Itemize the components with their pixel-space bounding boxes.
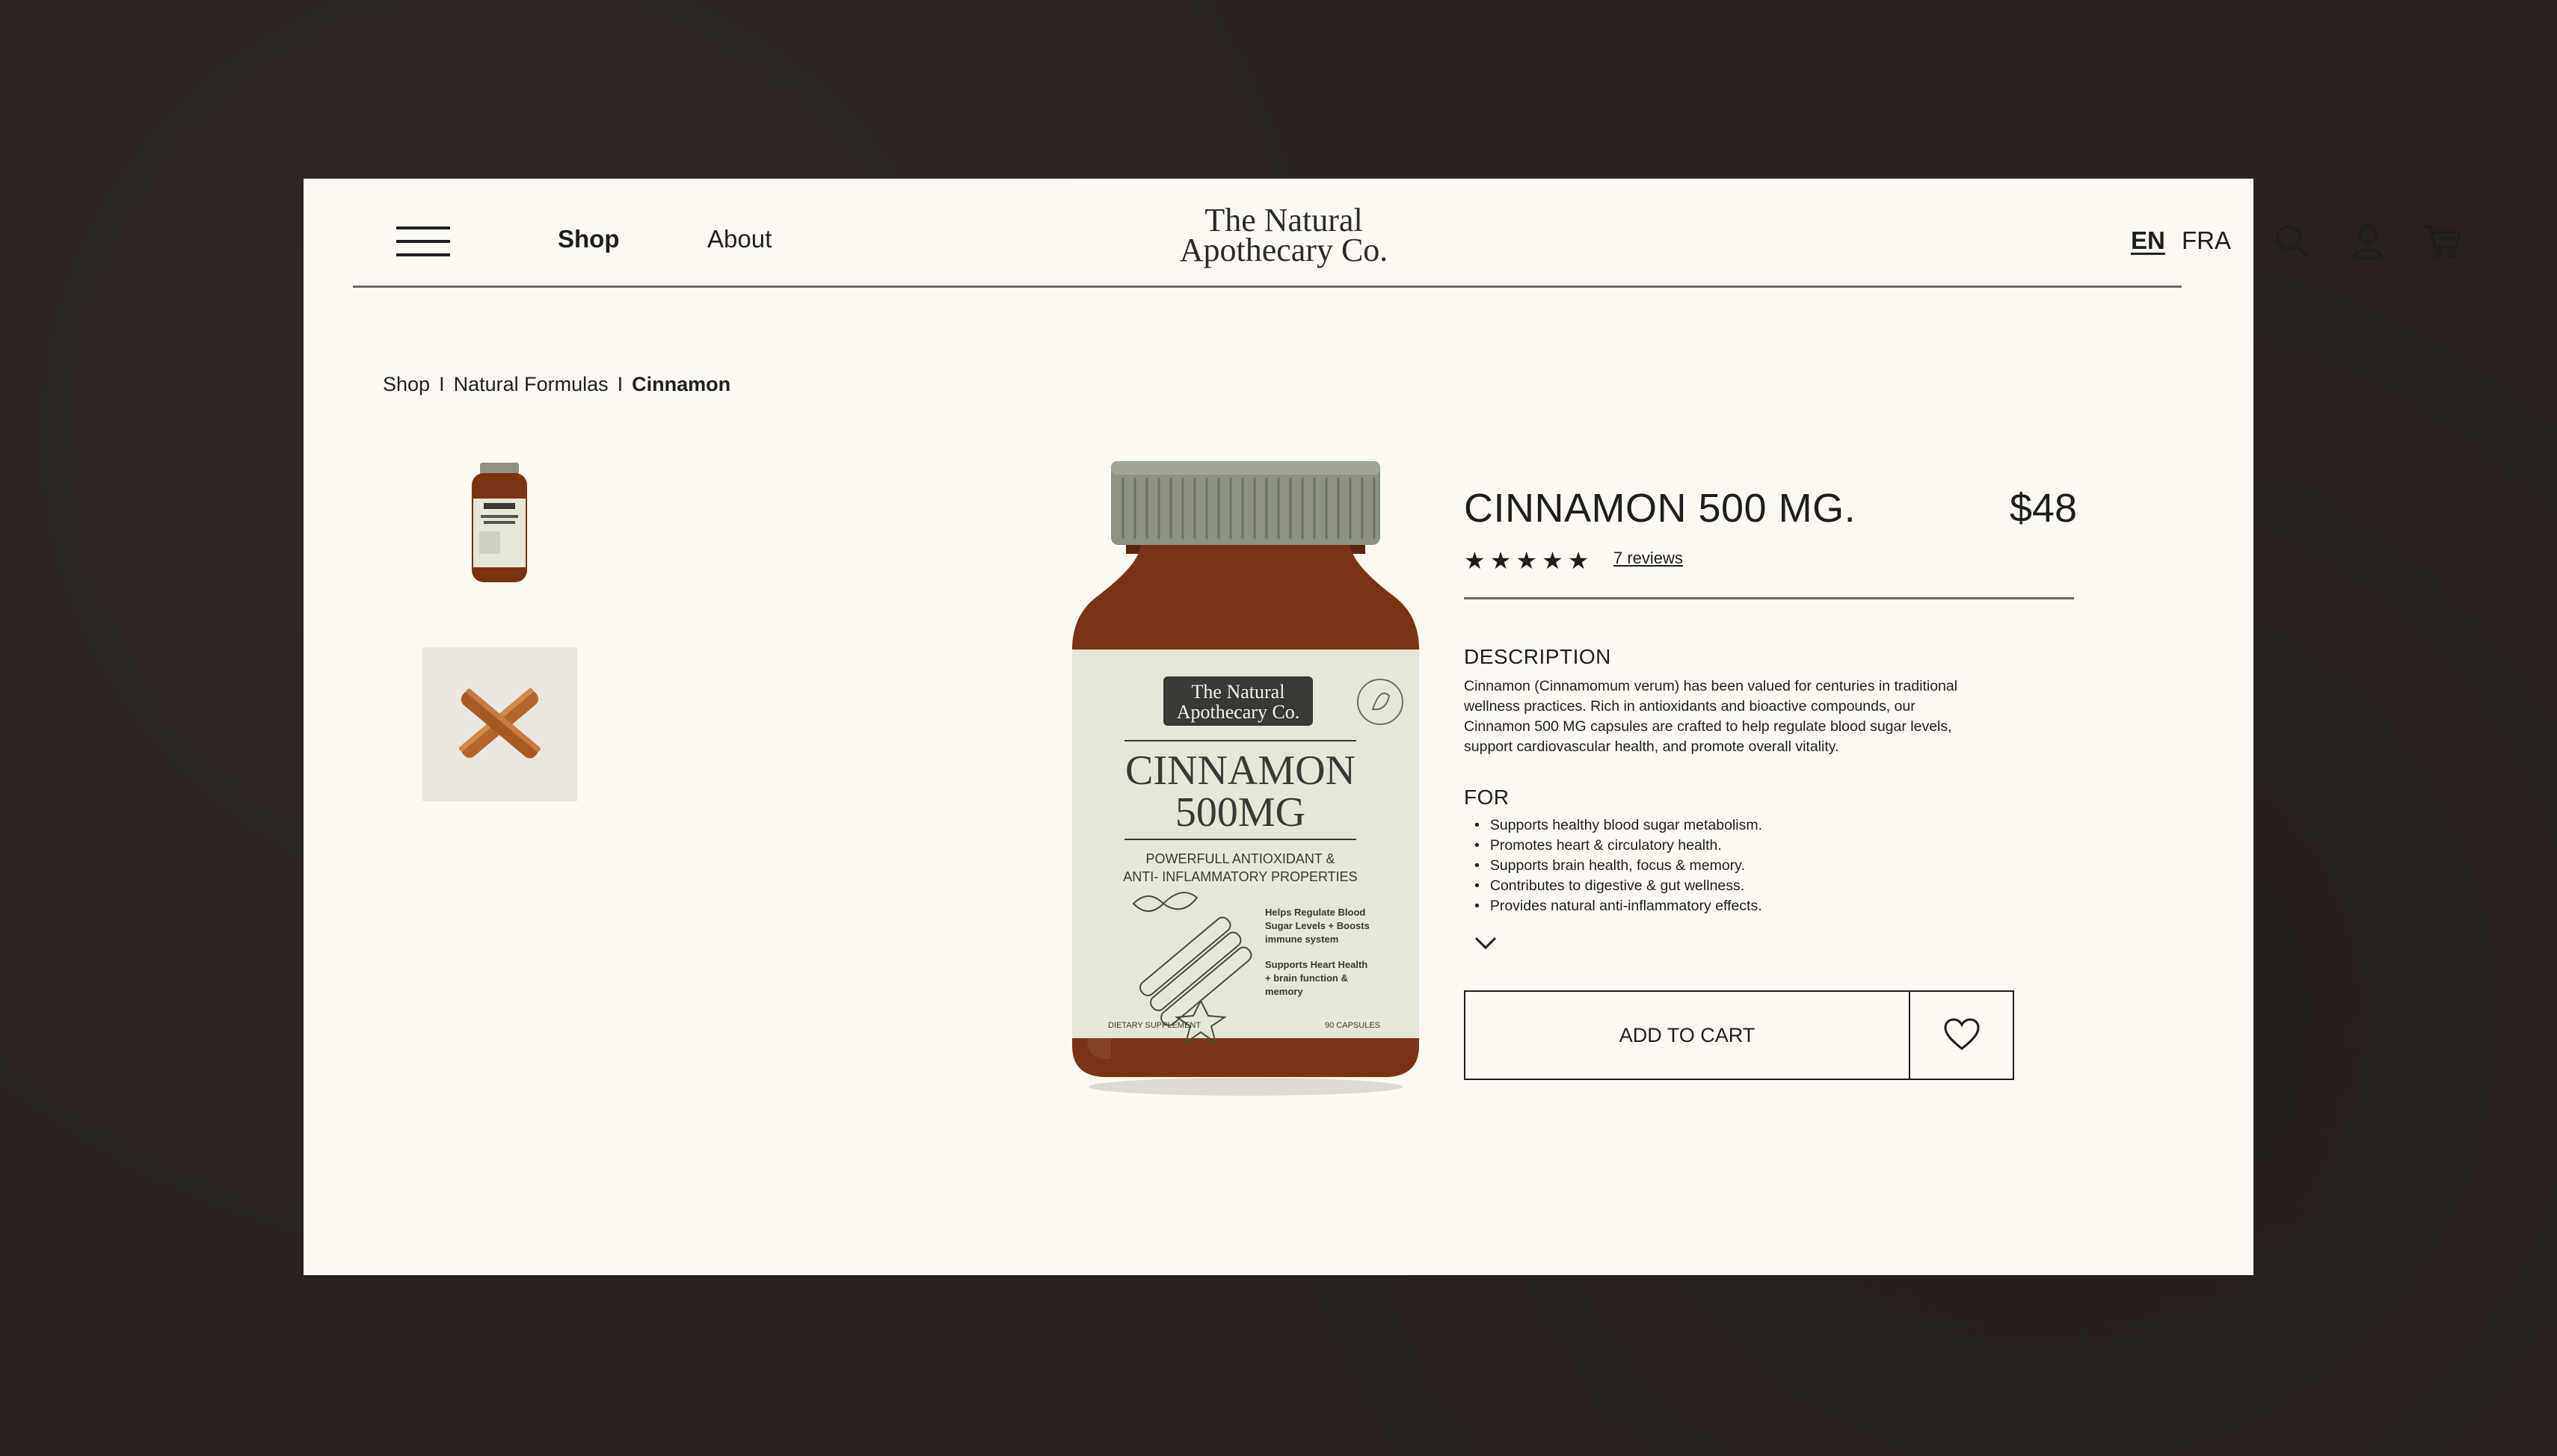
label-benefit2-line-1: Supports Heart Health	[1265, 959, 1367, 970]
label-benefit2-line-2: + brain function &	[1265, 972, 1348, 984]
breadcrumb-shop[interactable]: Shop	[383, 373, 430, 395]
description-text: Cinnamon (Cinnamomum verum) has been val…	[1464, 676, 2002, 757]
label-benefit2-line-3: memory	[1265, 986, 1303, 997]
cart-icon[interactable]	[2422, 220, 2463, 261]
label-name-line-2: 500MG	[1175, 789, 1305, 836]
search-icon[interactable]	[2271, 220, 2312, 261]
product-title: CINNAMON 500 MG.	[1464, 486, 1856, 531]
user-icon[interactable]	[2348, 220, 2388, 261]
breadcrumb-separator: I	[439, 373, 445, 395]
description-heading: DESCRIPTION	[1464, 645, 1611, 668]
thumbnail-bottle[interactable]	[422, 454, 577, 608]
for-heading: FOR	[1464, 786, 1510, 809]
breadcrumb: Shop I Natural Formulas I Cinnamon	[383, 373, 730, 396]
label-tagline-line-1: POWERFULL ANTIOXIDANT &	[1145, 851, 1335, 866]
language-en[interactable]: EN	[2131, 226, 2165, 255]
label-brand-line-1: The Natural	[1192, 681, 1285, 703]
benefit-item: Promotes heart & circulatory health.	[1474, 836, 1762, 856]
chevron-down-icon[interactable]	[1473, 935, 1498, 951]
label-footer-right: 90 CAPSULES	[1325, 1021, 1380, 1030]
product-price: $48	[2009, 486, 2077, 531]
nav-shop-link[interactable]: Shop	[558, 225, 619, 253]
label-name-line-1: CINNAMON	[1125, 747, 1356, 794]
language-fra[interactable]: FRA	[2182, 226, 2231, 255]
thumbnail-cinnamon-sticks[interactable]	[422, 647, 577, 801]
benefit-item: Supports brain health, focus & memory.	[1474, 856, 1762, 876]
logo-line-2: Apothecary Co.	[1179, 232, 1388, 268]
benefit-item: Provides natural anti-inflammatory effec…	[1474, 896, 1762, 916]
product-page: Shop About The Natural Apothecary Co. EN…	[304, 179, 2461, 1275]
wishlist-button[interactable]	[1909, 990, 2014, 1080]
nav-about-link[interactable]: About	[707, 225, 772, 253]
benefit-item: Supports healthy blood sugar metabolism.	[1474, 815, 1762, 836]
benefit-item: Contributes to digestive & gut wellness.	[1474, 876, 1762, 896]
label-tagline-line-2: ANTI- INFLAMMATORY PROPERTIES	[1123, 869, 1357, 884]
description-line: Cinnamon 500 MG capsules are crafted to …	[1464, 718, 1952, 735]
brand-logo[interactable]: The Natural Apothecary Co.	[1164, 202, 1403, 268]
breadcrumb-current: Cinnamon	[632, 373, 731, 395]
label-brand-line-2: Apothecary Co.	[1177, 701, 1300, 723]
description-line: support cardiovascular health, and promo…	[1464, 738, 1839, 755]
logo-line-1: The Natural	[1204, 202, 1363, 238]
benefits-list: Supports healthy blood sugar metabolism.…	[1474, 815, 1762, 916]
label-benefit1-line-3: immune system	[1265, 934, 1338, 945]
menu-icon[interactable]	[396, 226, 450, 256]
label-benefit1-line-1: Helps Regulate Blood	[1265, 907, 1365, 918]
description-line: wellness practices. Rich in antioxidants…	[1464, 698, 1916, 715]
heart-icon	[1943, 1017, 1981, 1054]
breadcrumb-separator: I	[617, 373, 624, 395]
divider	[1464, 597, 2074, 599]
add-to-cart-button[interactable]: ADD TO CART	[1464, 990, 1910, 1080]
label-benefit1-line-2: Sugar Levels + Boosts	[1265, 920, 1370, 931]
label-footer-left: DIETARY SUPPLEMENT	[1108, 1021, 1201, 1030]
product-main-image: The Natural Apothecary Co. CINNAMON 500M…	[1051, 455, 1440, 1098]
description-line: Cinnamon (Cinnamomum verum) has been val…	[1464, 678, 1958, 694]
site-header: Shop About The Natural Apothecary Co. EN…	[353, 179, 2461, 288]
breadcrumb-natural-formulas[interactable]: Natural Formulas	[454, 373, 609, 395]
rating-stars: ★★★★★	[1464, 547, 1594, 574]
reviews-link[interactable]: 7 reviews	[1613, 549, 1683, 568]
